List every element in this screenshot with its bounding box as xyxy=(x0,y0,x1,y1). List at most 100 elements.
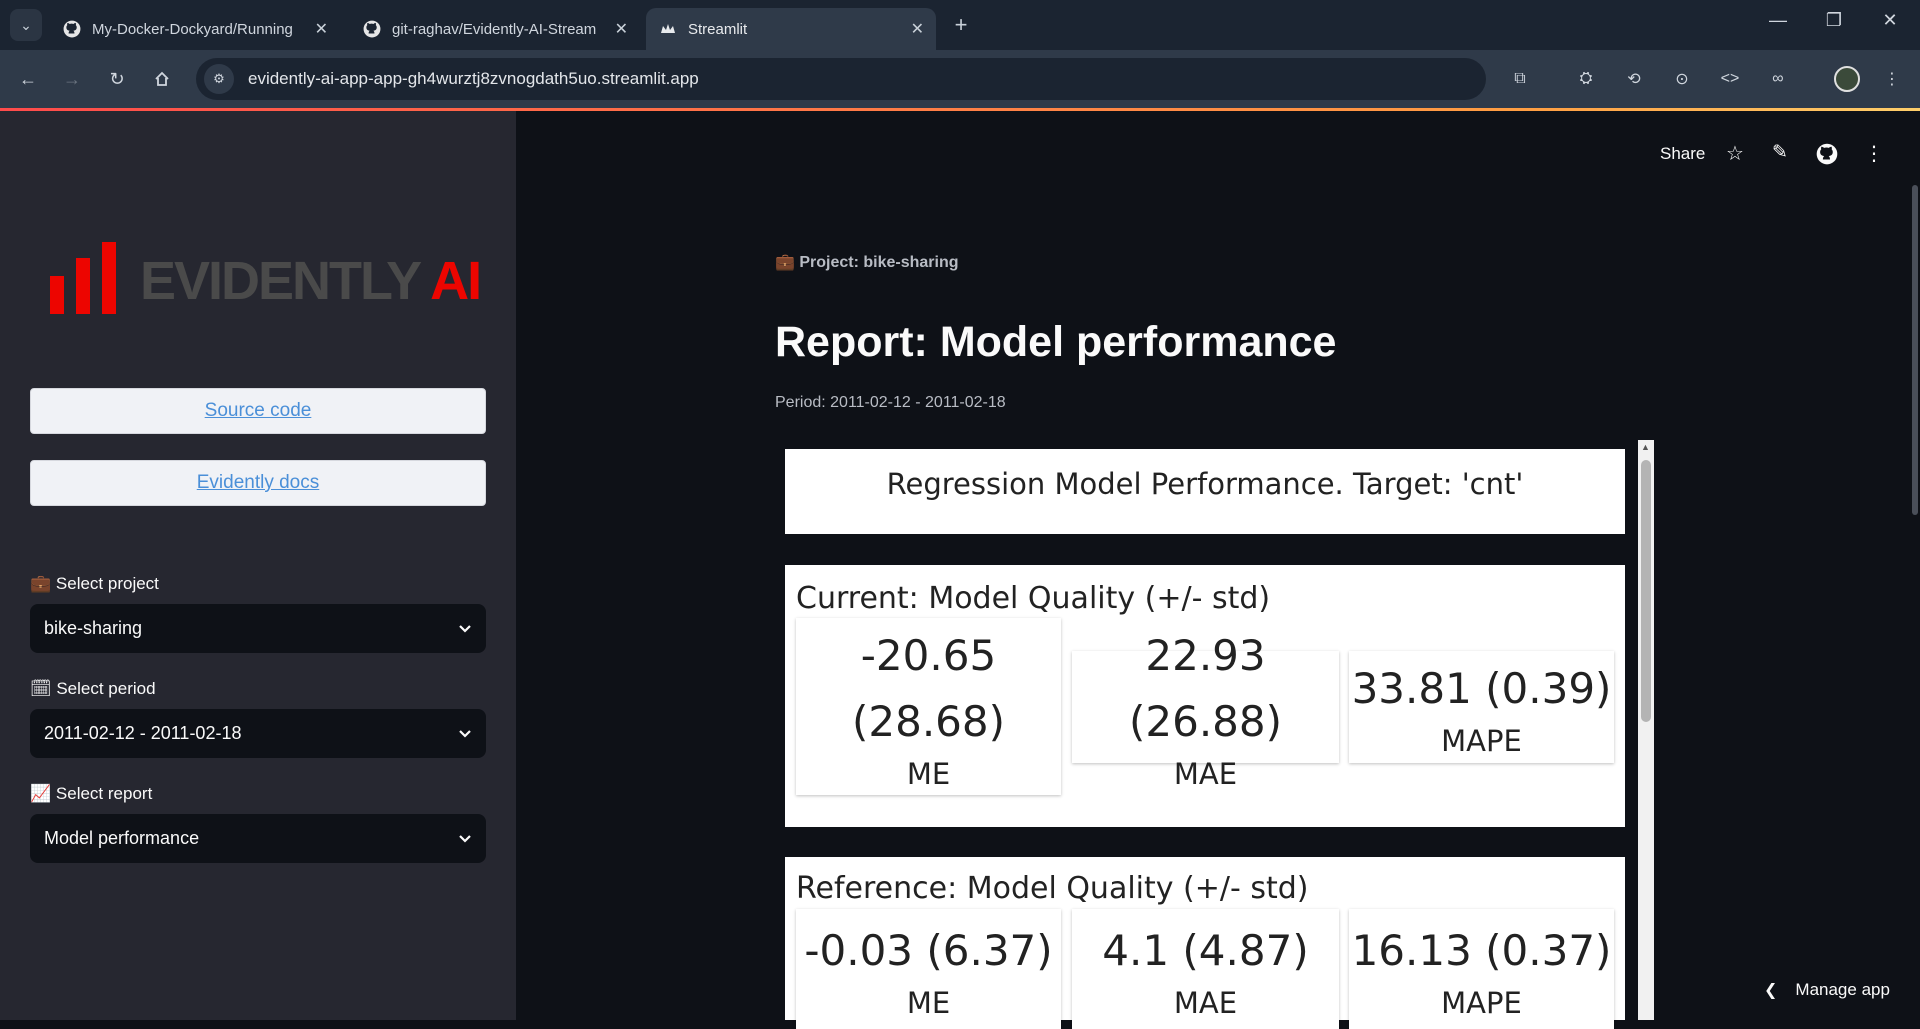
chevron-left-icon: ❮ xyxy=(1764,982,1778,999)
manage-app-label: Manage app xyxy=(1795,980,1890,999)
chevron-down-icon xyxy=(458,621,472,637)
logo-bars-icon xyxy=(50,242,120,314)
streamlit-crown-icon xyxy=(658,19,678,39)
back-icon[interactable]: ← xyxy=(12,63,44,95)
current-quality-card: Current: Model Quality (+/- std) -20.65 … xyxy=(785,565,1625,827)
scroll-up-arrow-icon[interactable]: ▲ xyxy=(1641,442,1650,452)
select-project-label-text: Select project xyxy=(55,574,159,593)
new-tab-button[interactable]: + xyxy=(948,12,974,38)
edit-pencil-icon[interactable]: ✎ xyxy=(1772,141,1788,164)
tab-streamlit[interactable]: Streamlit ✕ xyxy=(646,8,936,50)
period-caption: Period: 2011-02-12 - 2011-02-18 xyxy=(775,394,1006,411)
tab-evidently-streamlit-repo[interactable]: git-raghav/Evidently-AI-Streaml ✕ xyxy=(350,8,640,50)
forward-icon[interactable]: → xyxy=(56,63,88,95)
chevron-down-icon xyxy=(458,726,472,742)
report-select-value: Model performance xyxy=(44,828,200,848)
report-scrollbar-thumb[interactable] xyxy=(1641,460,1651,722)
star-icon[interactable]: ☆ xyxy=(1726,141,1744,166)
select-report-label-text: Select report xyxy=(55,784,153,803)
extensions-icon[interactable]: ⧉ xyxy=(1504,63,1536,95)
screenshot-icon[interactable]: ⊙ xyxy=(1666,63,1698,95)
manage-app-button[interactable]: ❮ Manage app xyxy=(1764,980,1890,1000)
project-caption: 💼 Project: bike-sharing xyxy=(775,252,959,272)
link-icon[interactable]: ∞ xyxy=(1762,63,1794,95)
site-info-icon[interactable]: ⚙ xyxy=(204,64,234,94)
select-period-label-text: Select period xyxy=(56,679,156,698)
chevron-down-icon xyxy=(458,831,472,847)
browser-toolbar: ← → ↻ ⚙ evidently-ai-app-app-gh4wurztj8z… xyxy=(0,50,1920,132)
metric-value-line1: -20.65 xyxy=(860,630,997,680)
incognito-icon[interactable]: ⛭ xyxy=(1570,63,1602,95)
app-menu-icon[interactable]: ⋮ xyxy=(1864,141,1884,166)
metric-value: 22.93 (26.88) xyxy=(1128,631,1282,746)
current-mae-metric: 22.93 (26.88) MAE xyxy=(1072,631,1339,791)
more-menu-icon[interactable]: ⋮ xyxy=(1876,63,1908,95)
project-select-value: bike-sharing xyxy=(44,618,143,638)
tab-title: My-Docker-Dockyard/Running xyxy=(92,20,293,38)
tab-title: git-raghav/Evidently-AI-Streaml xyxy=(392,20,597,38)
github-icon xyxy=(62,19,82,39)
share-button[interactable]: Share xyxy=(1660,144,1705,164)
current-me-metric: -20.65 (28.68) ME xyxy=(796,618,1061,795)
page-title: Report: Model performance xyxy=(775,318,1337,366)
metric-value: 16.13 (0.37) xyxy=(1351,926,1612,975)
metric-value-line2: (28.68) xyxy=(851,696,1005,746)
github-icon[interactable] xyxy=(1816,143,1838,170)
chevron-down-icon: ⌄ xyxy=(20,16,32,33)
minimize-button[interactable]: — xyxy=(1758,10,1798,31)
reference-quality-card: Reference: Model Quality (+/- std) -0.03… xyxy=(785,857,1625,1029)
restore-button[interactable]: ❐ xyxy=(1814,10,1854,31)
briefcase-icon: 💼 xyxy=(30,574,52,593)
report-scrollbar[interactable]: ▲ xyxy=(1638,440,1654,1020)
logo-text-ai: AI xyxy=(430,251,482,311)
metric-value: 4.1 (4.87) xyxy=(1102,926,1309,975)
metric-value: -20.65 (28.68) xyxy=(852,623,1005,755)
reference-quality-title: Reference: Model Quality (+/- std) xyxy=(796,871,1309,906)
briefcase-icon: 💼 xyxy=(775,254,795,271)
close-icon[interactable]: ✕ xyxy=(615,19,628,39)
chart-increasing-icon: 📈 xyxy=(30,784,52,803)
evidently-docs-button[interactable]: Evidently docs xyxy=(30,460,486,506)
main-scrollbar[interactable] xyxy=(1912,185,1918,515)
source-code-button[interactable]: Source code xyxy=(30,388,486,434)
url-text: evidently-ai-app-app-gh4wurztj8zvnogdath… xyxy=(248,69,699,88)
evidently-docs-link[interactable]: Evidently docs xyxy=(197,472,320,494)
home-icon[interactable] xyxy=(146,63,178,95)
profile-avatar[interactable] xyxy=(1834,66,1860,92)
project-select[interactable]: bike-sharing xyxy=(30,604,486,653)
select-report-label: 📈 Select report xyxy=(30,784,152,804)
select-project-label: 💼 Select project xyxy=(30,574,159,594)
reference-mae-metric: 4.1 (4.87) MAE xyxy=(1072,909,1339,1029)
close-icon[interactable]: ✕ xyxy=(315,19,328,39)
reload-icon[interactable]: ↻ xyxy=(101,63,133,95)
current-quality-title: Current: Model Quality (+/- std) xyxy=(796,581,1271,616)
logo-text-evidently: EVIDENTLY xyxy=(140,251,421,311)
calendar-icon: 🗓 xyxy=(30,679,52,698)
logo-wordmark: EVIDENTLY AI xyxy=(140,250,482,312)
metric-value: 33.81 (0.39) xyxy=(1351,664,1612,713)
reference-me-metric: -0.03 (6.37) ME xyxy=(796,909,1061,1029)
metric-label: MAPE xyxy=(1441,986,1522,1020)
address-bar[interactable]: ⚙ evidently-ai-app-app-gh4wurztj8zvnogda… xyxy=(196,58,1486,100)
period-select[interactable]: 2011-02-12 - 2011-02-18 xyxy=(30,709,486,758)
source-code-link[interactable]: Source code xyxy=(205,400,312,422)
metric-label: MAE xyxy=(1173,986,1238,1020)
report-header-card: Regression Model Performance. Target: 'c… xyxy=(785,449,1625,534)
window-close-button[interactable]: ✕ xyxy=(1870,10,1910,31)
tab-search-button[interactable]: ⌄ xyxy=(10,9,42,41)
metric-label: MAE xyxy=(1173,757,1238,791)
share-label: Share xyxy=(1660,144,1706,163)
report-title: Regression Model Performance. Target: 'c… xyxy=(886,467,1524,501)
period-select-value: 2011-02-12 - 2011-02-18 xyxy=(44,723,242,743)
current-mape-metric: 33.81 (0.39) MAPE xyxy=(1349,651,1614,763)
reference-mape-metric: 16.13 (0.37) MAPE xyxy=(1349,909,1614,1029)
select-period-label: 🗓 Select period xyxy=(30,679,156,699)
history-icon[interactable]: ⟲ xyxy=(1618,63,1650,95)
tab-docker-dockyard[interactable]: My-Docker-Dockyard/Running ✕ xyxy=(50,8,340,50)
github-icon xyxy=(362,19,382,39)
browser-tab-strip: ⌄ My-Docker-Dockyard/Running ✕ git-ragha… xyxy=(0,0,1920,50)
close-icon[interactable]: ✕ xyxy=(911,19,924,39)
tab-title: Streamlit xyxy=(688,20,748,38)
code-icon[interactable]: <> xyxy=(1714,63,1746,95)
report-select[interactable]: Model performance xyxy=(30,814,486,863)
